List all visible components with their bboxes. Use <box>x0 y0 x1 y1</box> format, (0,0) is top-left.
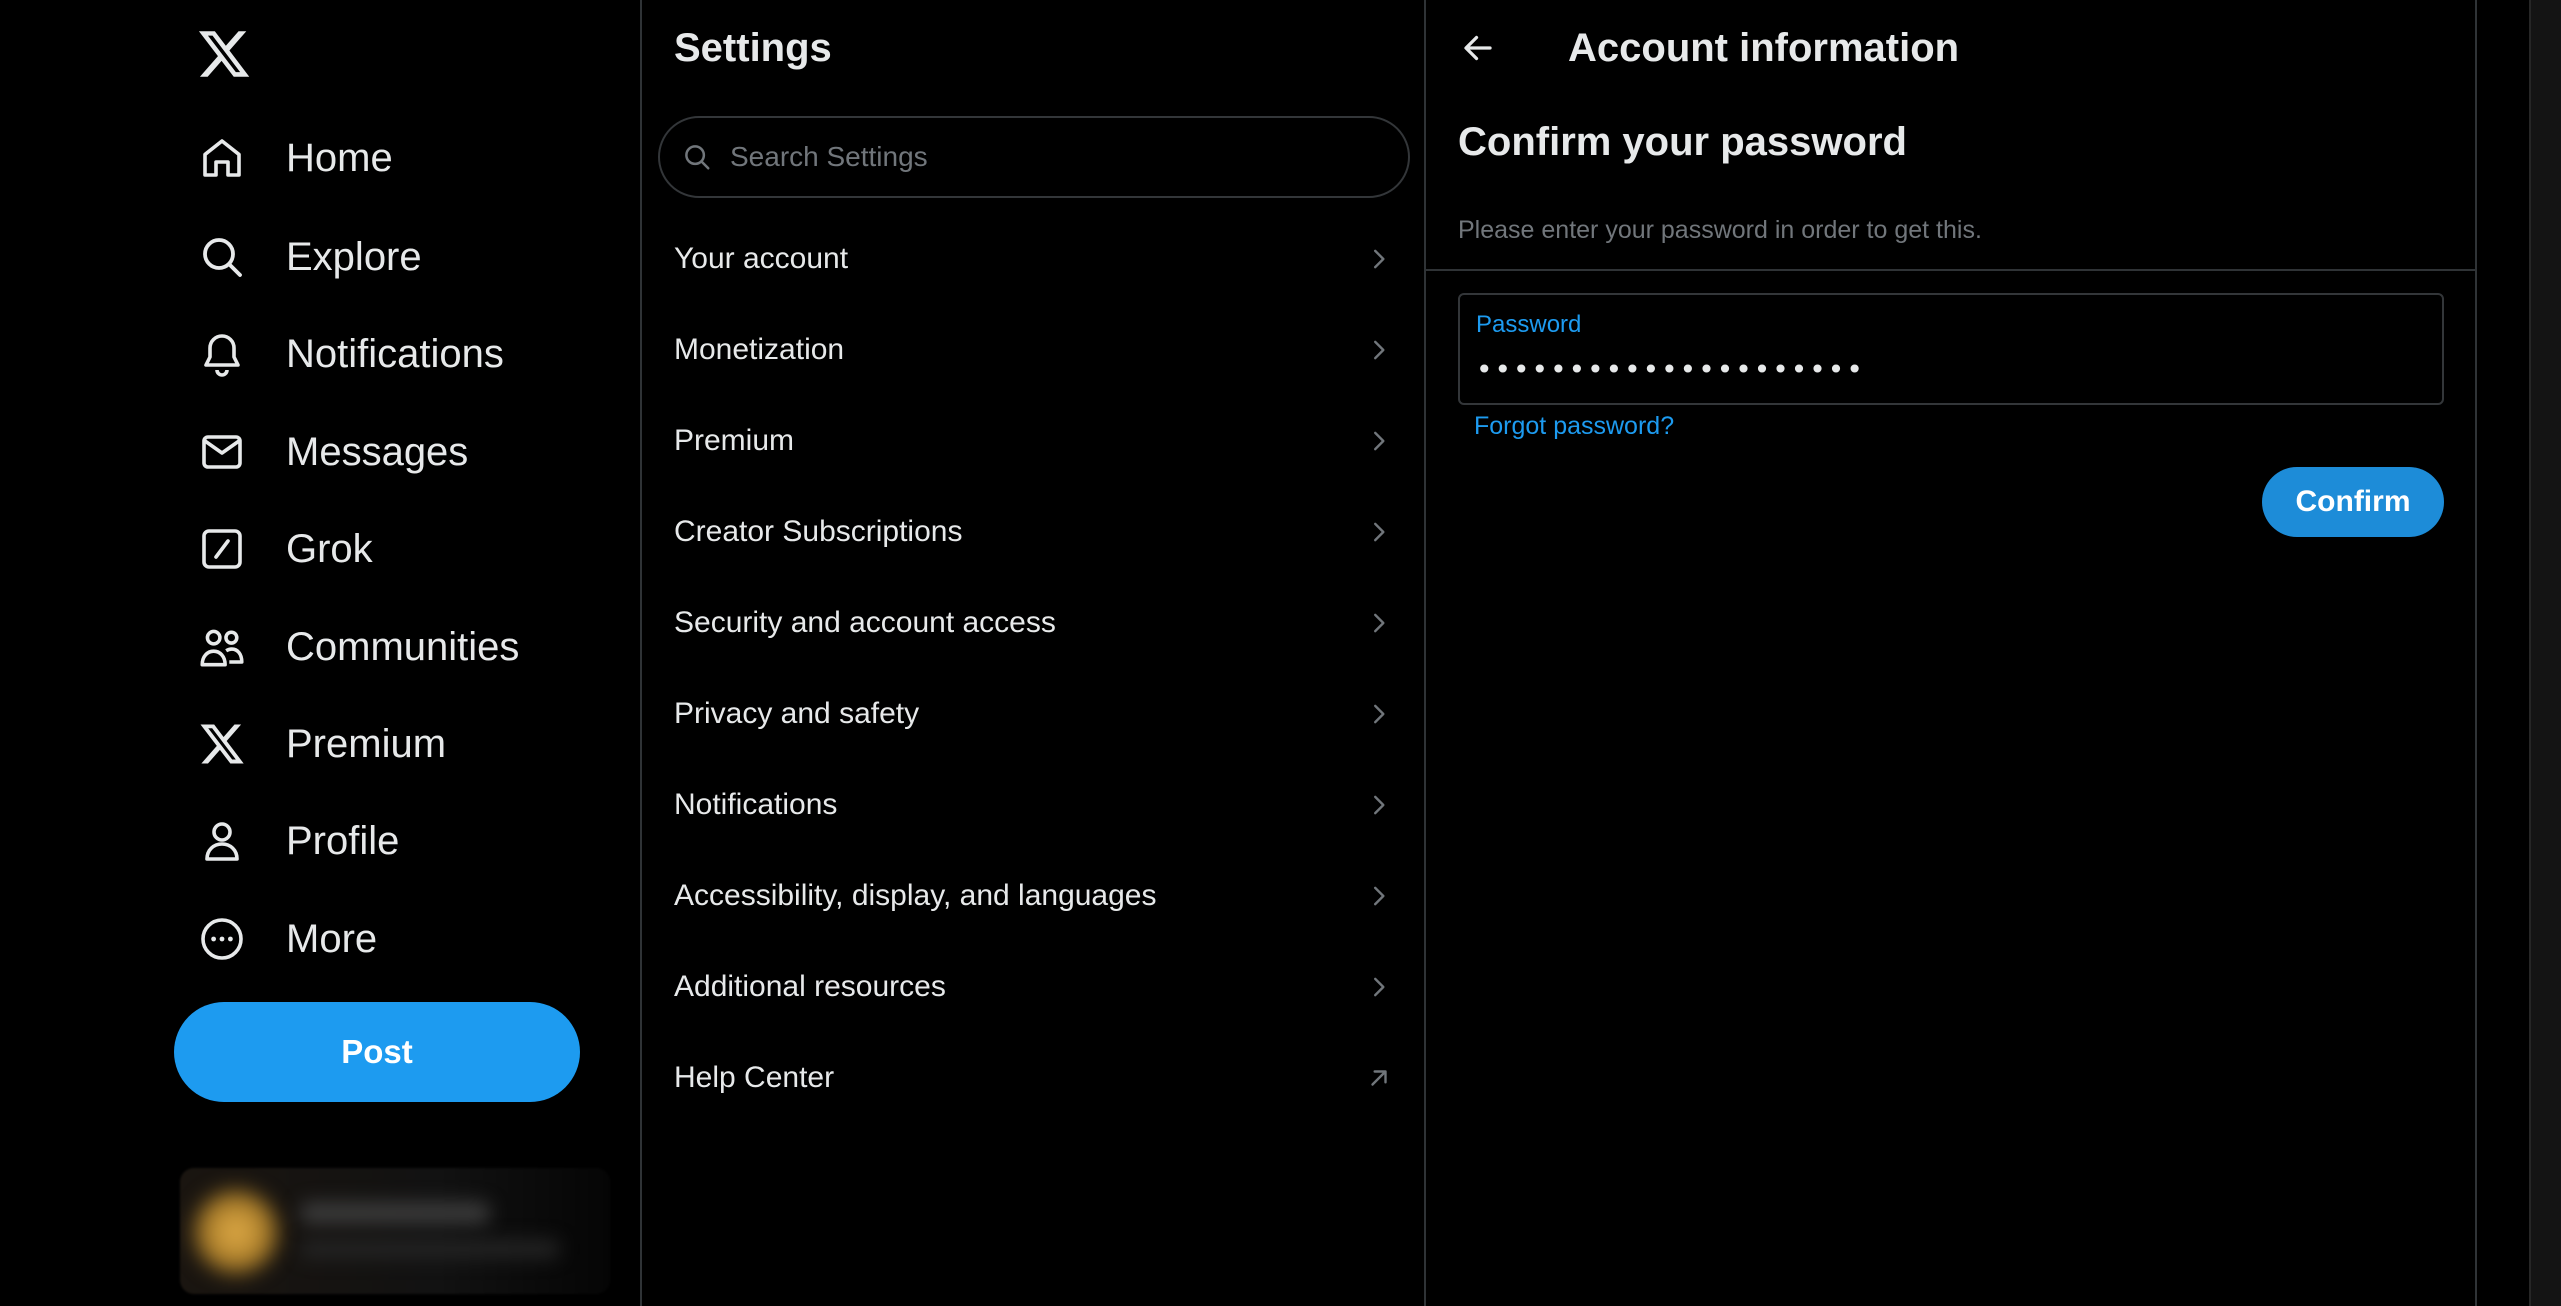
account-information-panel: Account information Confirm your passwor… <box>1426 0 2477 1306</box>
confirm-description: Please enter your password in order to g… <box>1458 216 1982 244</box>
account-handle-blurred <box>300 1240 560 1258</box>
settings-title: Settings <box>674 26 832 70</box>
settings-item-label: Security and account access <box>674 606 1056 639</box>
back-button[interactable] <box>1456 28 1500 72</box>
settings-panel: Settings Your account Monetization Premi… <box>640 0 1426 1306</box>
settings-item-notifications[interactable]: Notifications <box>642 760 1424 850</box>
scrollbar[interactable] <box>2529 0 2561 1306</box>
nav-item-home[interactable]: Home <box>196 123 616 193</box>
search-icon <box>682 141 714 173</box>
nav-item-label: Grok <box>286 526 373 571</box>
nav-item-label: Profile <box>286 818 400 863</box>
nav-item-label: Notifications <box>286 331 504 376</box>
home-icon <box>196 132 248 184</box>
arrow-left-icon <box>1460 30 1496 71</box>
scrollbar-region <box>2477 0 2561 1306</box>
x-logo-icon <box>196 718 248 770</box>
nav-item-grok[interactable]: Grok <box>196 514 616 584</box>
settings-item-label: Creator Subscriptions <box>674 515 963 548</box>
nav-item-communities[interactable]: Communities <box>196 612 616 682</box>
settings-item-label: Your account <box>674 242 849 275</box>
settings-item-help-center[interactable]: Help Center <box>642 1033 1424 1123</box>
settings-search[interactable] <box>658 116 1410 198</box>
settings-item-privacy[interactable]: Privacy and safety <box>642 669 1424 759</box>
person-icon <box>196 815 248 867</box>
chevron-right-icon <box>1364 426 1394 456</box>
divider <box>1426 269 2475 271</box>
search-input[interactable] <box>728 140 1372 174</box>
nav-item-label: Home <box>286 135 393 180</box>
search-icon <box>196 231 248 283</box>
nav-item-explore[interactable]: Explore <box>196 222 616 292</box>
settings-item-accessibility[interactable]: Accessibility, display, and languages <box>642 851 1424 941</box>
chevron-right-icon <box>1364 244 1394 274</box>
nav-item-label: Premium <box>286 721 447 766</box>
forgot-password-link[interactable]: Forgot password? <box>1474 412 1674 441</box>
chevron-right-icon <box>1364 972 1394 1002</box>
chevron-right-icon <box>1364 699 1394 729</box>
password-field[interactable]: Password <box>1458 293 2444 405</box>
nav-item-profile[interactable]: Profile <box>196 806 616 876</box>
password-label: Password <box>1476 311 1582 338</box>
post-button[interactable]: Post <box>174 1002 580 1102</box>
x-logo-icon[interactable] <box>196 26 252 82</box>
avatar <box>194 1190 278 1274</box>
chevron-right-icon <box>1364 517 1394 547</box>
account-switcher[interactable] <box>180 1168 610 1294</box>
settings-item-label: Notifications <box>674 788 838 821</box>
settings-item-creator-subscriptions[interactable]: Creator Subscriptions <box>642 487 1424 577</box>
envelope-icon <box>196 426 248 478</box>
settings-item-label: Monetization <box>674 333 845 366</box>
nav-item-premium[interactable]: Premium <box>196 709 616 779</box>
page-title: Account information <box>1568 26 1960 70</box>
chevron-right-icon <box>1364 790 1394 820</box>
settings-item-your-account[interactable]: Your account <box>642 214 1424 304</box>
settings-item-label: Additional resources <box>674 970 946 1003</box>
chevron-right-icon <box>1364 608 1394 638</box>
settings-item-premium[interactable]: Premium <box>642 396 1424 486</box>
chevron-right-icon <box>1364 335 1394 365</box>
settings-item-additional-resources[interactable]: Additional resources <box>642 942 1424 1032</box>
settings-item-security[interactable]: Security and account access <box>642 578 1424 668</box>
confirm-heading: Confirm your password <box>1458 120 1907 164</box>
settings-item-label: Privacy and safety <box>674 697 920 730</box>
nav-item-label: Messages <box>286 429 469 474</box>
grok-icon <box>196 523 248 575</box>
chevron-right-icon <box>1364 881 1394 911</box>
password-input[interactable] <box>1476 347 2416 391</box>
nav-item-label: More <box>286 916 378 961</box>
settings-item-label: Help Center <box>674 1061 835 1094</box>
more-circle-icon <box>196 913 248 965</box>
nav-item-more[interactable]: More <box>196 904 616 974</box>
nav-item-label: Communities <box>286 624 520 669</box>
settings-item-label: Accessibility, display, and languages <box>674 879 1157 912</box>
primary-nav: Home Explore Notifications Messages Grok… <box>0 0 640 1306</box>
nav-item-messages[interactable]: Messages <box>196 417 616 487</box>
nav-item-notifications[interactable]: Notifications <box>196 319 616 389</box>
settings-item-monetization[interactable]: Monetization <box>642 305 1424 395</box>
account-name-blurred <box>300 1202 490 1224</box>
confirm-button[interactable]: Confirm <box>2262 467 2444 537</box>
people-icon <box>196 621 248 673</box>
nav-item-label: Explore <box>286 234 422 279</box>
settings-item-label: Premium <box>674 424 795 457</box>
bell-icon <box>196 328 248 380</box>
external-arrow-icon <box>1364 1063 1394 1093</box>
